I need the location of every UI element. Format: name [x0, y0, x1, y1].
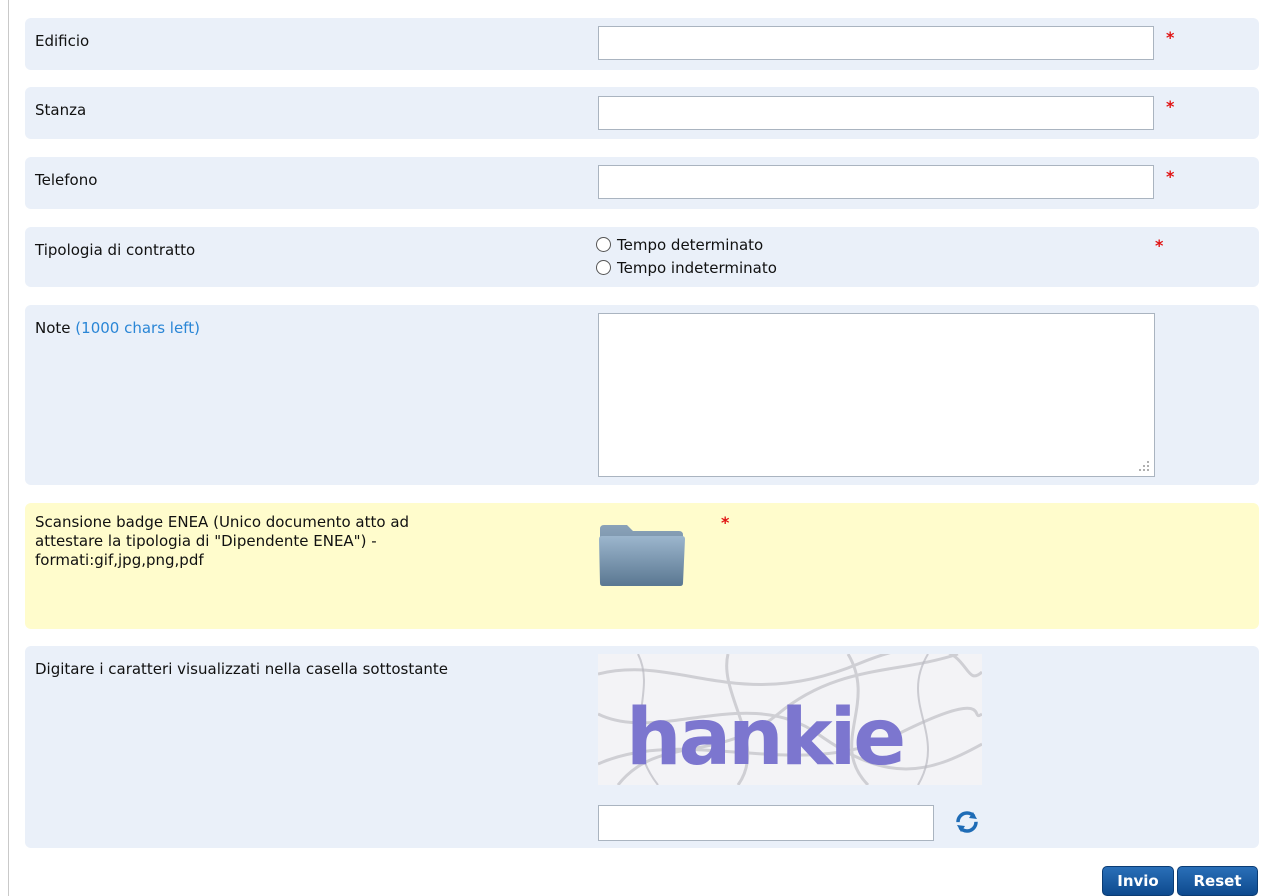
telefono-required-mark: *: [1166, 167, 1175, 186]
contratto-row: Tipologia di contratto Tempo determinato…: [25, 227, 1259, 287]
badge-required-mark: *: [721, 513, 730, 532]
badge-label-line-3: formati:gif,jpg,png,pdf: [35, 551, 204, 569]
telefono-input[interactable]: [598, 165, 1154, 199]
captcha-text: hankie: [626, 693, 903, 783]
contratto-label: Tipologia di contratto: [35, 241, 196, 259]
radio-circle-icon[interactable]: [596, 237, 611, 252]
edificio-label: Edificio: [35, 32, 90, 50]
resize-grip-icon[interactable]: [1138, 460, 1150, 472]
badge-label-line-2: attestare la tipologia di "Dipendente EN…: [35, 532, 377, 550]
refresh-icon[interactable]: [956, 811, 978, 833]
note-label-text: Note: [35, 319, 71, 337]
note-textarea[interactable]: [598, 313, 1155, 477]
captcha-image: hankie: [598, 654, 982, 785]
contratto-required-mark: *: [1155, 236, 1164, 255]
edificio-input[interactable]: [598, 26, 1154, 60]
left-border-line: [8, 0, 9, 896]
note-label: Note (1000 chars left): [35, 318, 200, 338]
stanza-row: Stanza *: [25, 87, 1259, 139]
captcha-noise: hankie: [598, 654, 982, 785]
telefono-row: Telefono *: [25, 157, 1259, 209]
radio-circle-icon[interactable]: [596, 260, 611, 275]
note-row: Note (1000 chars left): [25, 305, 1259, 485]
submit-button[interactable]: Invio: [1102, 866, 1174, 896]
stanza-required-mark: *: [1166, 97, 1175, 116]
note-chars-left: (1000 chars left): [75, 319, 200, 337]
captcha-input[interactable]: [598, 805, 934, 841]
radio-label-determinato[interactable]: Tempo determinato: [617, 235, 763, 255]
stanza-input[interactable]: [598, 96, 1154, 130]
radio-label-indeterminato[interactable]: Tempo indeterminato: [617, 258, 777, 278]
badge-label-line-1: Scansione badge ENEA (Unico documento at…: [35, 513, 410, 531]
reset-button[interactable]: Reset: [1177, 866, 1258, 896]
captcha-label: Digitare i caratteri visualizzati nella …: [35, 660, 449, 678]
telefono-label: Telefono: [35, 171, 98, 189]
stanza-label: Stanza: [35, 101, 87, 119]
badge-label: Scansione badge ENEA (Unico documento at…: [35, 513, 409, 570]
folder-icon[interactable]: [597, 523, 687, 589]
badge-row: Scansione badge ENEA (Unico documento at…: [25, 503, 1259, 629]
edificio-row: Edificio *: [25, 18, 1259, 70]
edificio-required-mark: *: [1166, 28, 1175, 47]
captcha-row: Digitare i caratteri visualizzati nella …: [25, 646, 1259, 848]
